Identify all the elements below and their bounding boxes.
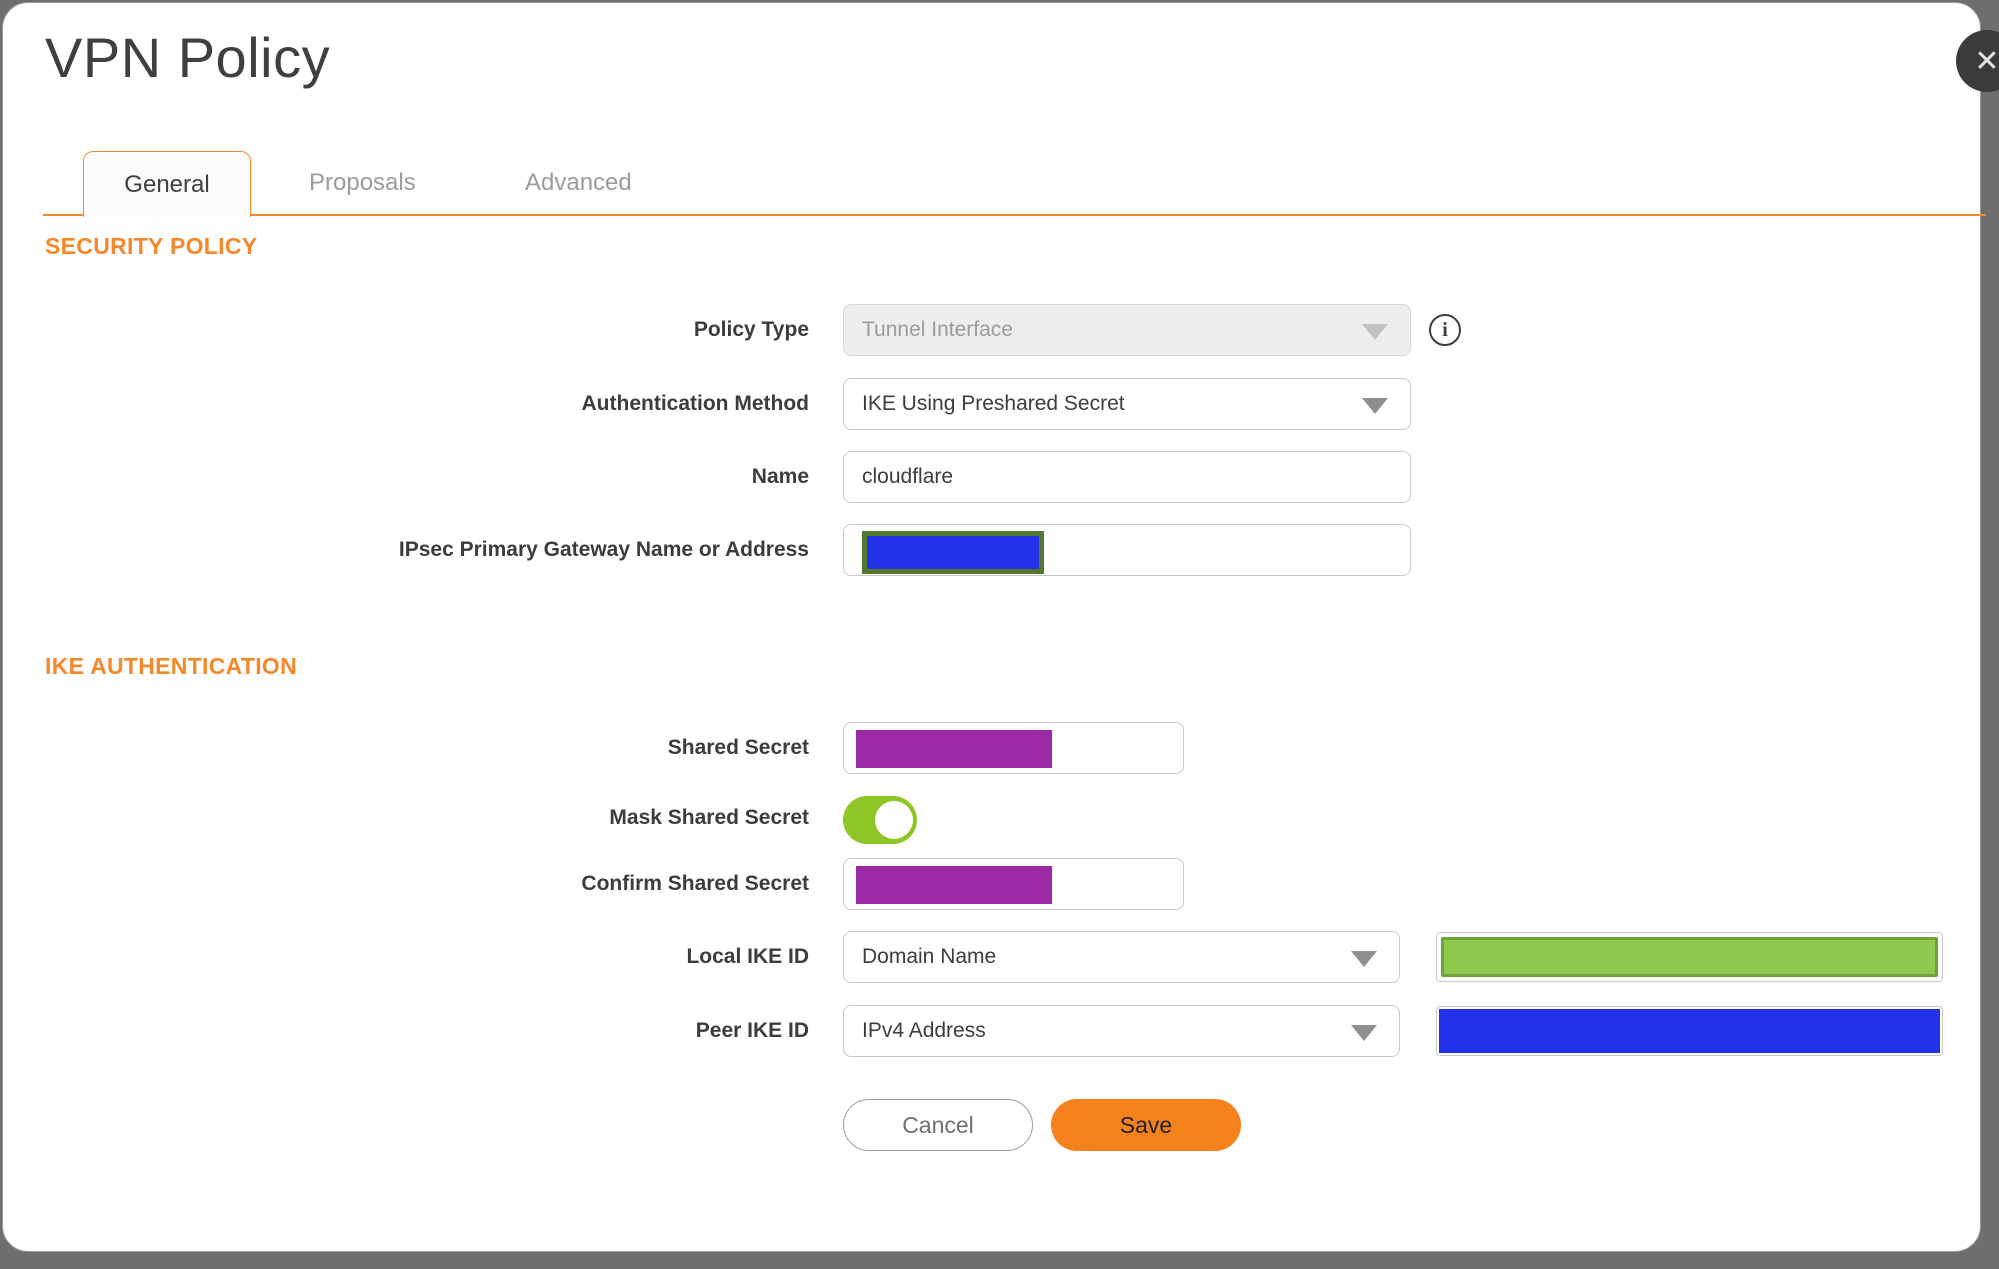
name-row: Name cloudflare	[3, 451, 1999, 503]
authentication-method-value: IKE Using Preshared Secret	[862, 392, 1125, 415]
shared-secret-row: Shared Secret	[3, 722, 1999, 774]
policy-type-label: Policy Type	[693, 318, 809, 341]
local-ike-id-value-input[interactable]	[1436, 932, 1943, 982]
tab-general[interactable]: General	[83, 151, 251, 217]
mask-shared-secret-label: Mask Shared Secret	[609, 806, 809, 829]
tab-underline	[43, 214, 1986, 216]
peer-ike-id-row: Peer IKE ID IPv4 Address	[3, 1005, 1999, 1057]
cancel-button[interactable]: Cancel	[843, 1099, 1033, 1151]
dropdown-arrow-icon	[1362, 324, 1388, 340]
local-ike-id-row: Local IKE ID Domain Name	[3, 931, 1999, 983]
shared-secret-input[interactable]	[843, 722, 1184, 774]
action-buttons-row: Cancel Save	[3, 1099, 1999, 1151]
info-icon[interactable]: i	[1429, 314, 1461, 346]
tab-general-label: General	[124, 170, 210, 198]
mask-shared-secret-toggle[interactable]	[843, 796, 917, 844]
page-title: VPN Policy	[45, 26, 331, 89]
authentication-method-label: Authentication Method	[581, 392, 809, 415]
confirm-shared-secret-redaction-overlay	[856, 866, 1052, 904]
tab-proposals[interactable]: Proposals	[309, 151, 416, 214]
dropdown-arrow-icon	[1362, 398, 1388, 414]
confirm-shared-secret-row: Confirm Shared Secret	[3, 858, 1999, 910]
local-ike-id-label: Local IKE ID	[686, 945, 809, 968]
authentication-method-row: Authentication Method IKE Using Preshare…	[3, 378, 1999, 430]
shared-secret-redaction-overlay	[856, 730, 1052, 768]
peer-ike-id-label: Peer IKE ID	[695, 1019, 809, 1042]
cancel-button-label: Cancel	[902, 1111, 974, 1138]
peer-ike-id-type-value: IPv4 Address	[862, 1019, 986, 1042]
gateway-row: IPsec Primary Gateway Name or Address	[3, 524, 1999, 576]
local-ike-id-select[interactable]: Domain Name	[843, 931, 1400, 983]
local-ike-id-redaction-overlay	[1441, 937, 1938, 977]
name-value: cloudflare	[862, 465, 954, 488]
peer-ike-id-select[interactable]: IPv4 Address	[843, 1005, 1400, 1057]
dropdown-arrow-icon	[1351, 951, 1377, 967]
shared-secret-label: Shared Secret	[667, 736, 809, 759]
policy-type-select[interactable]: Tunnel Interface	[843, 304, 1411, 356]
mask-shared-secret-row: Mask Shared Secret	[3, 794, 1999, 846]
gateway-redaction-overlay	[862, 531, 1044, 574]
close-icon: ✕	[1974, 44, 1999, 78]
tab-advanced-label: Advanced	[525, 168, 632, 196]
peer-ike-id-value-input[interactable]	[1436, 1006, 1943, 1056]
name-label: Name	[751, 465, 809, 488]
tab-advanced[interactable]: Advanced	[525, 151, 632, 214]
authentication-method-select[interactable]: IKE Using Preshared Secret	[843, 378, 1411, 430]
ike-authentication-heading: IKE AUTHENTICATION	[45, 653, 297, 679]
tab-proposals-label: Proposals	[309, 168, 416, 196]
confirm-shared-secret-label: Confirm Shared Secret	[581, 872, 809, 895]
gateway-input[interactable]	[843, 524, 1411, 576]
dropdown-arrow-icon	[1351, 1025, 1377, 1041]
gateway-label: IPsec Primary Gateway Name or Address	[398, 538, 809, 561]
local-ike-id-type-value: Domain Name	[862, 945, 997, 968]
policy-type-row: Policy Type Tunnel Interface i	[3, 304, 1999, 356]
policy-type-value: Tunnel Interface	[862, 318, 1013, 341]
confirm-shared-secret-input[interactable]	[843, 858, 1184, 910]
save-button-label: Save	[1119, 1111, 1173, 1138]
save-button[interactable]: Save	[1051, 1099, 1241, 1151]
peer-ike-id-redaction-overlay	[1439, 1009, 1940, 1053]
toggle-knob	[875, 801, 913, 839]
vpn-policy-dialog: VPN Policy General Proposals Advanced SE…	[2, 2, 1986, 1252]
security-policy-heading: SECURITY POLICY	[45, 233, 258, 259]
name-input[interactable]: cloudflare	[843, 451, 1411, 503]
